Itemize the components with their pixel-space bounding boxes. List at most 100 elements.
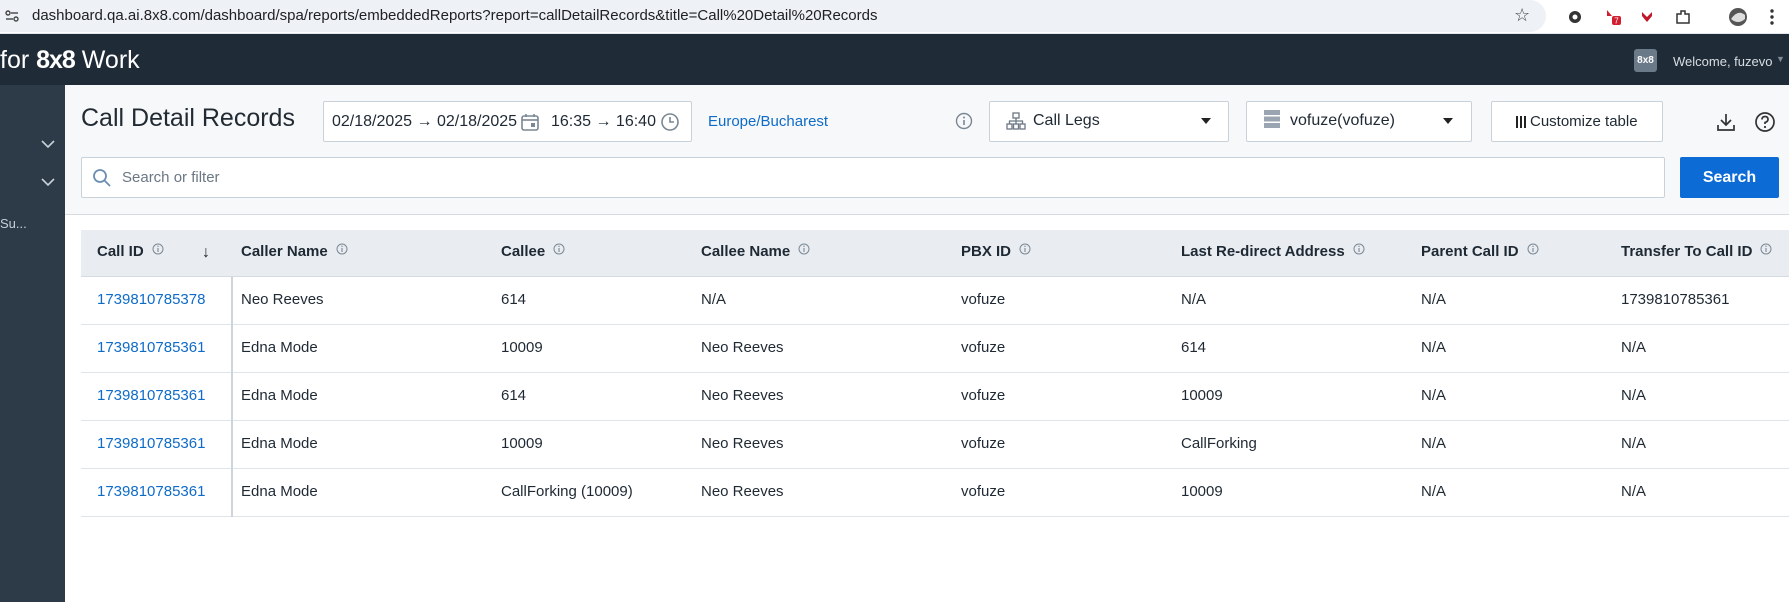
download-icon[interactable] bbox=[1715, 111, 1737, 133]
column-title: Callee bbox=[501, 243, 546, 260]
search-input[interactable] bbox=[122, 159, 1652, 196]
frozen-column-divider bbox=[231, 277, 233, 517]
extensions-puzzle-icon[interactable] bbox=[1673, 7, 1693, 27]
callee-cell: 614 bbox=[501, 387, 527, 404]
pbx-id-cell: vofuze bbox=[961, 435, 1006, 452]
extension-alert-icon[interactable]: 7 bbox=[1603, 7, 1623, 27]
last-redirect-cell: 614 bbox=[1181, 339, 1207, 356]
parent-call-id-cell: N/A bbox=[1421, 291, 1447, 308]
callee-cell: 10009 bbox=[501, 339, 543, 356]
callee-name-cell: N/A bbox=[701, 291, 727, 308]
info-icon[interactable] bbox=[152, 243, 164, 255]
last-redirect-cell: N/A bbox=[1181, 291, 1207, 308]
customize-table-button[interactable]: Customize table bbox=[1491, 101, 1663, 142]
column-header-last-redirect[interactable]: Last Re-direct Address bbox=[1181, 243, 1365, 260]
server-icon bbox=[1264, 110, 1280, 128]
table-row: 1739810785361 Edna Mode 10009 Neo Reeves… bbox=[81, 421, 1789, 469]
brand-suffix: Work bbox=[74, 46, 140, 74]
info-icon[interactable] bbox=[553, 243, 565, 255]
date-range[interactable]: 02/18/2025 → 02/18/2025 bbox=[332, 113, 517, 131]
call-id-link[interactable]: 1739810785361 bbox=[97, 483, 205, 500]
call-id-link[interactable]: 1739810785361 bbox=[97, 387, 205, 404]
bookmark-star-icon[interactable]: ☆ bbox=[1514, 5, 1530, 26]
browser-toolbar: dashboard.qa.ai.8x8.com/dashboard/spa/re… bbox=[0, 0, 1789, 34]
call-id-link[interactable]: 1739810785378 bbox=[97, 291, 205, 308]
user-menu-caret-icon[interactable]: ▼ bbox=[1776, 54, 1785, 64]
chevron-down-icon[interactable] bbox=[40, 174, 56, 190]
columns-icon bbox=[1516, 116, 1527, 128]
call-legs-label: Call Legs bbox=[1033, 112, 1100, 129]
timezone-link[interactable]: Europe/Bucharest bbox=[708, 113, 828, 130]
site-settings-icon[interactable] bbox=[5, 9, 19, 23]
column-title: Last Re-direct Address bbox=[1181, 243, 1345, 260]
transfer-to-call-id-cell: N/A bbox=[1621, 435, 1647, 452]
info-icon[interactable] bbox=[1353, 243, 1365, 255]
sidebar: Su... bbox=[0, 85, 65, 602]
callee-cell: CallForking (10009) bbox=[501, 483, 633, 500]
extension-red-icon[interactable] bbox=[1637, 7, 1657, 27]
sort-descending-icon[interactable]: ↓ bbox=[202, 244, 210, 262]
brand-prefix: for bbox=[0, 46, 37, 74]
welcome-user[interactable]: Welcome, fuzevo bbox=[1673, 54, 1772, 69]
call-legs-dropdown[interactable]: Call Legs bbox=[989, 101, 1229, 142]
search-icon bbox=[93, 169, 111, 187]
column-header-transfer-to-call-id[interactable]: Transfer To Call ID bbox=[1621, 243, 1772, 260]
column-header-callee[interactable]: Callee bbox=[501, 243, 565, 260]
chevron-down-icon bbox=[1443, 118, 1453, 124]
customize-table-label: Customize table bbox=[1530, 113, 1638, 130]
call-id-link[interactable]: 1739810785361 bbox=[97, 435, 205, 452]
column-title: Parent Call ID bbox=[1421, 243, 1519, 260]
address-bar[interactable]: dashboard.qa.ai.8x8.com/dashboard/spa/re… bbox=[0, 0, 1546, 32]
sidebar-item-label[interactable]: Su... bbox=[0, 216, 27, 231]
column-header-parent-call-id[interactable]: Parent Call ID bbox=[1421, 243, 1539, 260]
column-header-pbx-id[interactable]: PBX ID bbox=[961, 243, 1031, 260]
search-bar[interactable] bbox=[81, 157, 1665, 198]
account-dropdown[interactable]: vofuze(vofuze) bbox=[1246, 101, 1472, 142]
info-icon[interactable] bbox=[1527, 243, 1539, 255]
hierarchy-icon bbox=[1006, 112, 1026, 130]
column-title: Caller Name bbox=[241, 243, 328, 260]
table-row: 1739810785361 Edna Mode CallForking (100… bbox=[81, 469, 1789, 517]
column-header-callee-name[interactable]: Callee Name bbox=[701, 243, 810, 260]
date-time-range-picker[interactable]: 02/18/2025 → 02/18/2025 16:35 → 16:40 bbox=[323, 101, 692, 142]
help-icon[interactable] bbox=[1754, 111, 1776, 133]
callee-name-cell: Neo Reeves bbox=[701, 387, 784, 404]
product-brand[interactable]: for 8x8 Work bbox=[0, 46, 140, 75]
search-button[interactable]: Search bbox=[1680, 157, 1779, 198]
column-title: PBX ID bbox=[961, 243, 1012, 260]
caller-name-cell: Neo Reeves bbox=[241, 291, 324, 308]
column-header-caller-name[interactable]: Caller Name bbox=[241, 243, 348, 260]
callee-name-cell: Neo Reeves bbox=[701, 435, 784, 452]
brand-name: 8x8 bbox=[36, 46, 76, 74]
browser-menu-icon[interactable] bbox=[1762, 7, 1782, 27]
pbx-id-cell: vofuze bbox=[961, 339, 1006, 356]
time-range[interactable]: 16:35 → 16:40 bbox=[551, 113, 656, 131]
info-icon[interactable] bbox=[1019, 243, 1031, 255]
column-header-call-id[interactable]: Call ID bbox=[97, 243, 164, 260]
info-icon[interactable] bbox=[798, 243, 810, 255]
call-records-table: Call ID ↓ Caller Name Callee Callee Name… bbox=[81, 230, 1789, 517]
clock-icon[interactable] bbox=[660, 112, 680, 132]
info-icon[interactable] bbox=[336, 243, 348, 255]
last-redirect-cell: 10009 bbox=[1181, 483, 1223, 500]
extension-gear-icon[interactable] bbox=[1565, 7, 1585, 27]
callee-name-cell: Neo Reeves bbox=[701, 483, 784, 500]
column-title: Call ID bbox=[97, 243, 144, 260]
caller-name-cell: Edna Mode bbox=[241, 339, 318, 356]
caller-name-cell: Edna Mode bbox=[241, 387, 318, 404]
call-id-link[interactable]: 1739810785361 bbox=[97, 339, 205, 356]
chevron-down-icon[interactable] bbox=[40, 136, 56, 152]
parent-call-id-cell: N/A bbox=[1421, 435, 1447, 452]
calendar-icon[interactable] bbox=[520, 112, 540, 132]
page-title: Call Detail Records bbox=[81, 104, 295, 132]
info-icon[interactable] bbox=[955, 112, 973, 130]
table-row: 1739810785361 Edna Mode 10009 Neo Reeves… bbox=[81, 325, 1789, 373]
parent-call-id-cell: N/A bbox=[1421, 339, 1447, 356]
profile-avatar[interactable] bbox=[1728, 7, 1748, 27]
url-text[interactable]: dashboard.qa.ai.8x8.com/dashboard/spa/re… bbox=[32, 7, 877, 24]
info-icon[interactable] bbox=[1760, 243, 1772, 255]
transfer-to-call-id-cell: 1739810785361 bbox=[1621, 291, 1730, 308]
chevron-down-icon bbox=[1201, 118, 1211, 124]
table-row: 1739810785378 Neo Reeves 614 N/A vofuze … bbox=[81, 277, 1789, 325]
callee-name-cell: Neo Reeves bbox=[701, 339, 784, 356]
